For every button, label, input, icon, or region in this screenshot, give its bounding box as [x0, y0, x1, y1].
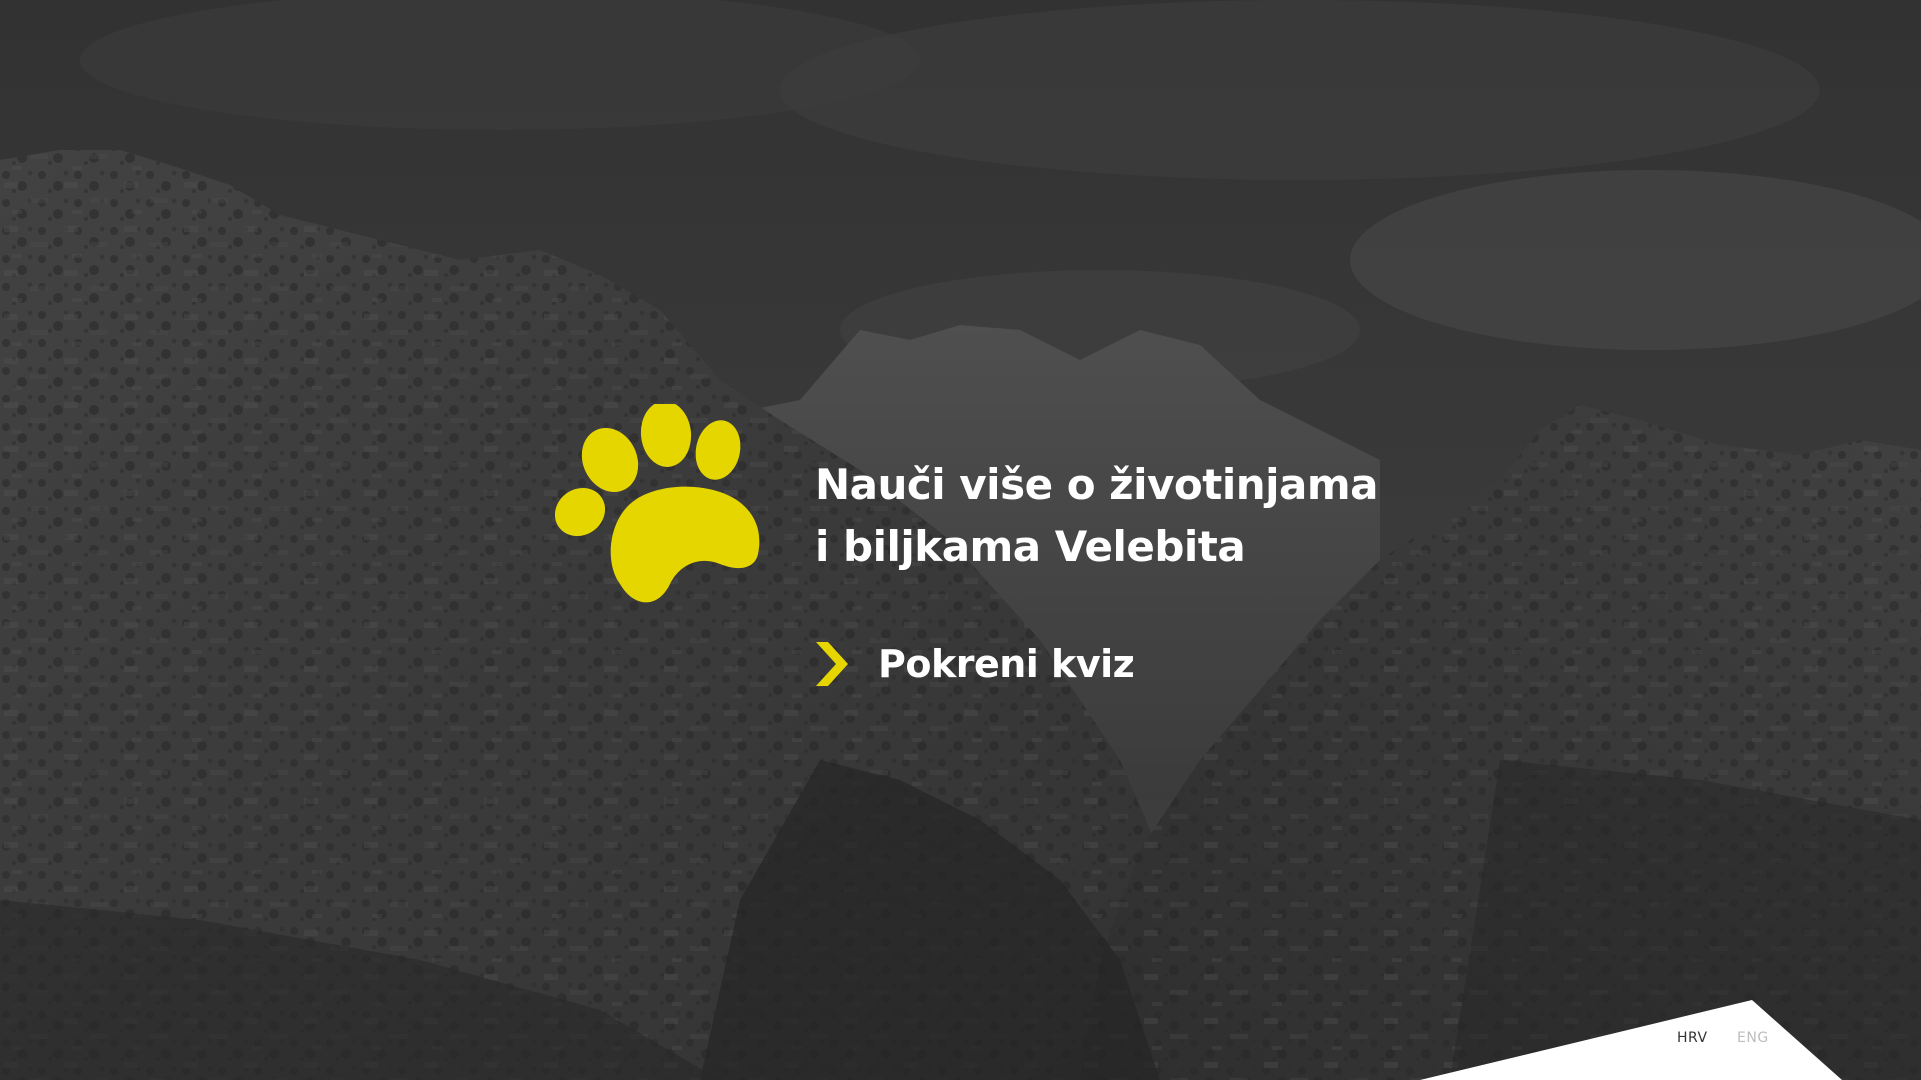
hero-title-line1: Nauči više o životinjama [815, 460, 1378, 509]
hero-title-line2: i biljkama Velebita [815, 522, 1246, 571]
start-quiz-label: Pokreni kviz [878, 642, 1135, 686]
hero-title: Nauči više o životinjama i biljkama Vele… [815, 454, 1378, 578]
language-option-eng[interactable]: ENG [1737, 1030, 1769, 1046]
chevron-right-icon [816, 642, 848, 686]
hero-section: Nauči više o životinjama i biljkama Vele… [550, 404, 1378, 704]
language-option-hrv[interactable]: HRV [1677, 1030, 1708, 1046]
start-quiz-button[interactable]: Pokreni kviz [816, 640, 1135, 688]
paw-icon [554, 404, 760, 603]
quiz-start-screen: Nauči više o životinjama i biljkama Vele… [0, 0, 1921, 1080]
